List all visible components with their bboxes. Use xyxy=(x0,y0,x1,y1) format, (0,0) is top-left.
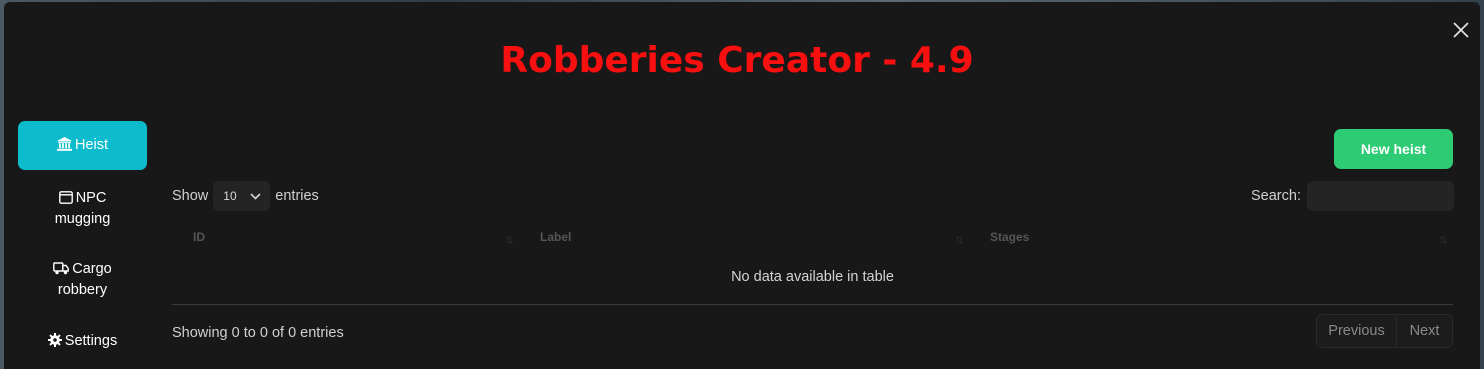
gear-icon xyxy=(47,332,62,347)
entries-label: entries xyxy=(275,188,319,204)
sidebar-item-settings[interactable]: Settings xyxy=(18,329,147,353)
table-empty-message: No data available in table xyxy=(731,269,894,285)
column-label: Stages xyxy=(990,230,1030,244)
previous-button[interactable]: Previous xyxy=(1317,315,1397,347)
robberies-creator-modal: Robberies Creator - 4.9 Heist NPC muggin… xyxy=(4,2,1480,369)
sidebar-item-label: Settings xyxy=(64,332,118,349)
column-label: ID xyxy=(193,230,205,244)
next-button[interactable]: Next xyxy=(1397,315,1452,347)
page-length-value: 10 xyxy=(223,189,237,203)
search-label: Search: xyxy=(1251,188,1301,204)
search-input[interactable] xyxy=(1306,181,1454,211)
column-header-id[interactable]: ID ↑↓ xyxy=(172,222,519,252)
sidebar-item-heist[interactable]: Heist xyxy=(18,121,147,170)
table-info: Showing 0 to 0 of 0 entries xyxy=(172,325,344,341)
close-button[interactable] xyxy=(1450,19,1472,41)
column-header-stages[interactable]: Stages ↑↓ xyxy=(969,222,1453,252)
chevron-down-icon xyxy=(250,192,261,200)
sort-icon: ↑↓ xyxy=(1439,232,1448,246)
search-control: Search: xyxy=(1251,181,1454,211)
page-length-select[interactable]: 10 xyxy=(213,181,271,211)
column-header-label[interactable]: Label ↑↓ xyxy=(519,222,969,252)
column-label: Label xyxy=(540,230,572,244)
page-title: Robberies Creator - 4.9 xyxy=(500,40,974,81)
window-icon xyxy=(58,191,73,204)
page-length-control: Show 10 entries xyxy=(172,181,319,211)
pagination: Previous Next xyxy=(1316,314,1453,348)
truck-icon xyxy=(53,262,70,275)
show-label: Show xyxy=(172,188,209,204)
new-heist-button[interactable]: New heist xyxy=(1334,129,1453,169)
sidebar-item-npc-mugging[interactable]: NPC mugging xyxy=(18,187,147,231)
sort-icon: ↑↓ xyxy=(505,232,514,246)
heist-table: ID ↑↓ Label ↑↓ Stages ↑↓ No data availab… xyxy=(172,222,1453,305)
table-divider xyxy=(172,304,1453,305)
sidebar-item-label: Heist xyxy=(74,137,109,153)
close-icon xyxy=(1453,22,1469,38)
bank-icon xyxy=(56,137,72,151)
sort-icon: ↑↓ xyxy=(955,232,964,246)
table-header: ID ↑↓ Label ↑↓ Stages ↑↓ xyxy=(172,222,1453,252)
sidebar-item-cargo-robbery[interactable]: Cargo robbery xyxy=(18,258,147,302)
